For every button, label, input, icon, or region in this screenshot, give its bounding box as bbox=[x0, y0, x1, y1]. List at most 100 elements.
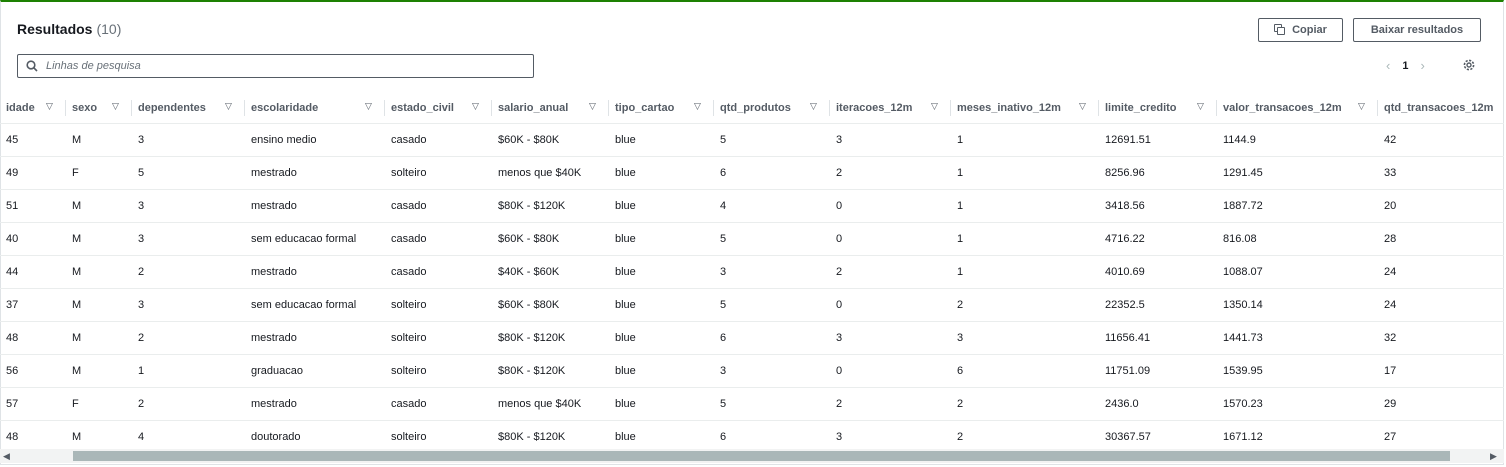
column-header-escolaridade[interactable]: escolaridade ▽ bbox=[245, 92, 385, 124]
column-header-salario-anual[interactable]: salario_anual ▽ bbox=[492, 92, 609, 124]
cell-sexo: M bbox=[66, 123, 132, 157]
cell-valor-transacoes-12m: 1887.72 bbox=[1217, 189, 1378, 223]
cell-tipo-cartao: blue bbox=[609, 288, 714, 322]
title-text: Resultados bbox=[17, 21, 93, 37]
cell-meses-inativo-12m: 1 bbox=[951, 255, 1099, 289]
next-page-button[interactable]: › bbox=[1420, 58, 1424, 73]
copy-icon bbox=[1274, 24, 1286, 36]
cell-qtd-transacoes-12m: 24 bbox=[1378, 288, 1504, 322]
cell-limite-credito: 22352.5 bbox=[1099, 288, 1217, 322]
cell-sexo: M bbox=[66, 189, 132, 223]
cell-estado-civil: solteiro bbox=[385, 156, 492, 190]
cell-estado-civil: casado bbox=[385, 387, 492, 421]
copy-button[interactable]: Copiar bbox=[1258, 18, 1343, 42]
prev-page-button[interactable]: ‹ bbox=[1386, 58, 1390, 73]
cell-sexo: M bbox=[66, 321, 132, 355]
table-row[interactable]: 57 F 2 mestrado casado menos que $40K blue 5 2 2 2… bbox=[0, 387, 1504, 421]
table-row[interactable]: 44 M 2 mestrado casado $40K - $60K blue 3 2 1 4010… bbox=[0, 255, 1504, 289]
filter-triangle-icon[interactable]: ▽ bbox=[810, 101, 817, 112]
table-row[interactable]: 49 F 5 mestrado solteiro menos que $40K blue 6 2… bbox=[0, 156, 1504, 190]
search-box[interactable] bbox=[17, 54, 534, 78]
column-header-valor-transacoes-12m[interactable]: valor_transacoes_12m ▽ bbox=[1217, 92, 1378, 124]
cell-idade: 51 bbox=[0, 189, 66, 223]
cell-qtd-produtos: 6 bbox=[714, 420, 830, 448]
column-header-sexo[interactable]: sexo ▽ bbox=[66, 92, 132, 124]
filter-triangle-icon[interactable]: ▽ bbox=[365, 101, 372, 112]
cell-estado-civil: casado bbox=[385, 189, 492, 223]
cell-idade: 48 bbox=[0, 420, 66, 448]
cell-valor-transacoes-12m: 1350.14 bbox=[1217, 288, 1378, 322]
scroll-right-arrow-icon[interactable]: ▶ bbox=[1490, 449, 1497, 463]
scrollbar-thumb[interactable] bbox=[73, 451, 1450, 461]
table-row[interactable]: 51 M 3 mestrado casado $80K - $120K blue 4 0 1 341… bbox=[0, 189, 1504, 223]
cell-iteracoes-12m: 0 bbox=[830, 288, 951, 322]
column-header-label: valor_transacoes_12m bbox=[1223, 101, 1342, 114]
filter-triangle-icon[interactable]: ▽ bbox=[589, 101, 596, 112]
download-results-button[interactable]: Baixar resultados bbox=[1353, 18, 1481, 42]
cell-iteracoes-12m: 0 bbox=[830, 354, 951, 388]
table-row[interactable]: 40 M 3 sem educacao formal casado $60K - $80K… bbox=[0, 222, 1504, 256]
horizontal-scrollbar[interactable]: ◀ ▶ bbox=[0, 449, 1504, 463]
cell-escolaridade: mestrado bbox=[245, 189, 385, 223]
cell-idade: 37 bbox=[0, 288, 66, 322]
cell-limite-credito: 4010.69 bbox=[1099, 255, 1217, 289]
cell-escolaridade: mestrado bbox=[245, 387, 385, 421]
cell-meses-inativo-12m: 6 bbox=[951, 354, 1099, 388]
table-row[interactable]: 37 M 3 sem educacao formal solteiro $60K - $8… bbox=[0, 288, 1504, 322]
column-header-tipo-cartao[interactable]: tipo_cartao ▽ bbox=[609, 92, 714, 124]
filter-triangle-icon[interactable]: ▽ bbox=[1358, 101, 1365, 112]
cell-meses-inativo-12m: 1 bbox=[951, 222, 1099, 256]
cell-dependentes: 3 bbox=[132, 222, 245, 256]
column-header-limite-credito[interactable]: limite_credito ▽ bbox=[1099, 92, 1217, 124]
table-row[interactable]: 45 M 3 ensino medio casado $60K - $80K blue 5 3 1… bbox=[0, 123, 1504, 157]
column-header-label: qtd_transacoes_12m bbox=[1384, 101, 1494, 114]
filter-triangle-icon[interactable]: ▽ bbox=[931, 101, 938, 112]
search-input[interactable] bbox=[44, 59, 518, 73]
filter-triangle-icon[interactable]: ▽ bbox=[46, 101, 53, 112]
cell-dependentes: 2 bbox=[132, 387, 245, 421]
cell-qtd-transacoes-12m: 24 bbox=[1378, 255, 1504, 289]
cell-salario-anual: menos que $40K bbox=[492, 387, 609, 421]
results-table-container: idade ▽ sexo ▽ dependentes ▽ escolaridade ▽ esta… bbox=[0, 92, 1504, 448]
column-header-meses-inativo-12m[interactable]: meses_inativo_12m ▽ bbox=[951, 92, 1099, 124]
column-header-label: idade bbox=[6, 101, 35, 114]
cell-sexo: F bbox=[66, 387, 132, 421]
cell-tipo-cartao: blue bbox=[609, 222, 714, 256]
results-table: idade ▽ sexo ▽ dependentes ▽ escolaridade ▽ esta… bbox=[0, 92, 1504, 448]
cell-limite-credito: 3418.56 bbox=[1099, 189, 1217, 223]
filter-triangle-icon[interactable]: ▽ bbox=[225, 101, 232, 112]
column-header-qtd-produtos[interactable]: qtd_produtos ▽ bbox=[714, 92, 830, 124]
cell-idade: 57 bbox=[0, 387, 66, 421]
column-header-dependentes[interactable]: dependentes ▽ bbox=[132, 92, 245, 124]
filter-triangle-icon[interactable]: ▽ bbox=[472, 101, 479, 112]
filter-triangle-icon[interactable]: ▽ bbox=[694, 101, 701, 112]
table-row[interactable]: 48 M 2 mestrado solteiro $80K - $120K blue 6 3 3 1… bbox=[0, 321, 1504, 355]
cell-qtd-transacoes-12m: 28 bbox=[1378, 222, 1504, 256]
scroll-left-arrow-icon[interactable]: ◀ bbox=[3, 449, 10, 463]
cell-estado-civil: casado bbox=[385, 222, 492, 256]
cell-idade: 49 bbox=[0, 156, 66, 190]
table-row[interactable]: 56 M 1 graduacao solteiro $80K - $120K blue 3 0 6… bbox=[0, 354, 1504, 388]
cell-estado-civil: casado bbox=[385, 255, 492, 289]
table-row[interactable]: 48 M 4 doutorado solteiro $80K - $120K blue 6 3 2… bbox=[0, 420, 1504, 448]
current-page[interactable]: 1 bbox=[1402, 60, 1408, 72]
column-header-qtd-transacoes-12m[interactable]: qtd_transacoes_12m bbox=[1378, 92, 1504, 124]
cell-meses-inativo-12m: 1 bbox=[951, 156, 1099, 190]
cell-sexo: M bbox=[66, 420, 132, 448]
cell-tipo-cartao: blue bbox=[609, 156, 714, 190]
cell-tipo-cartao: blue bbox=[609, 123, 714, 157]
gear-icon[interactable] bbox=[1462, 58, 1476, 72]
filter-triangle-icon[interactable]: ▽ bbox=[1197, 101, 1204, 112]
cell-estado-civil: casado bbox=[385, 123, 492, 157]
cell-iteracoes-12m: 0 bbox=[830, 222, 951, 256]
column-header-label: tipo_cartao bbox=[615, 101, 675, 114]
cell-valor-transacoes-12m: 1570.23 bbox=[1217, 387, 1378, 421]
cell-iteracoes-12m: 3 bbox=[830, 123, 951, 157]
cell-sexo: M bbox=[66, 255, 132, 289]
column-header-estado-civil[interactable]: estado_civil ▽ bbox=[385, 92, 492, 124]
column-header-idade[interactable]: idade ▽ bbox=[0, 92, 66, 124]
filter-triangle-icon[interactable]: ▽ bbox=[112, 101, 119, 112]
cell-estado-civil: solteiro bbox=[385, 321, 492, 355]
column-header-iteracoes-12m[interactable]: iteracoes_12m ▽ bbox=[830, 92, 951, 124]
filter-triangle-icon[interactable]: ▽ bbox=[1079, 101, 1086, 112]
